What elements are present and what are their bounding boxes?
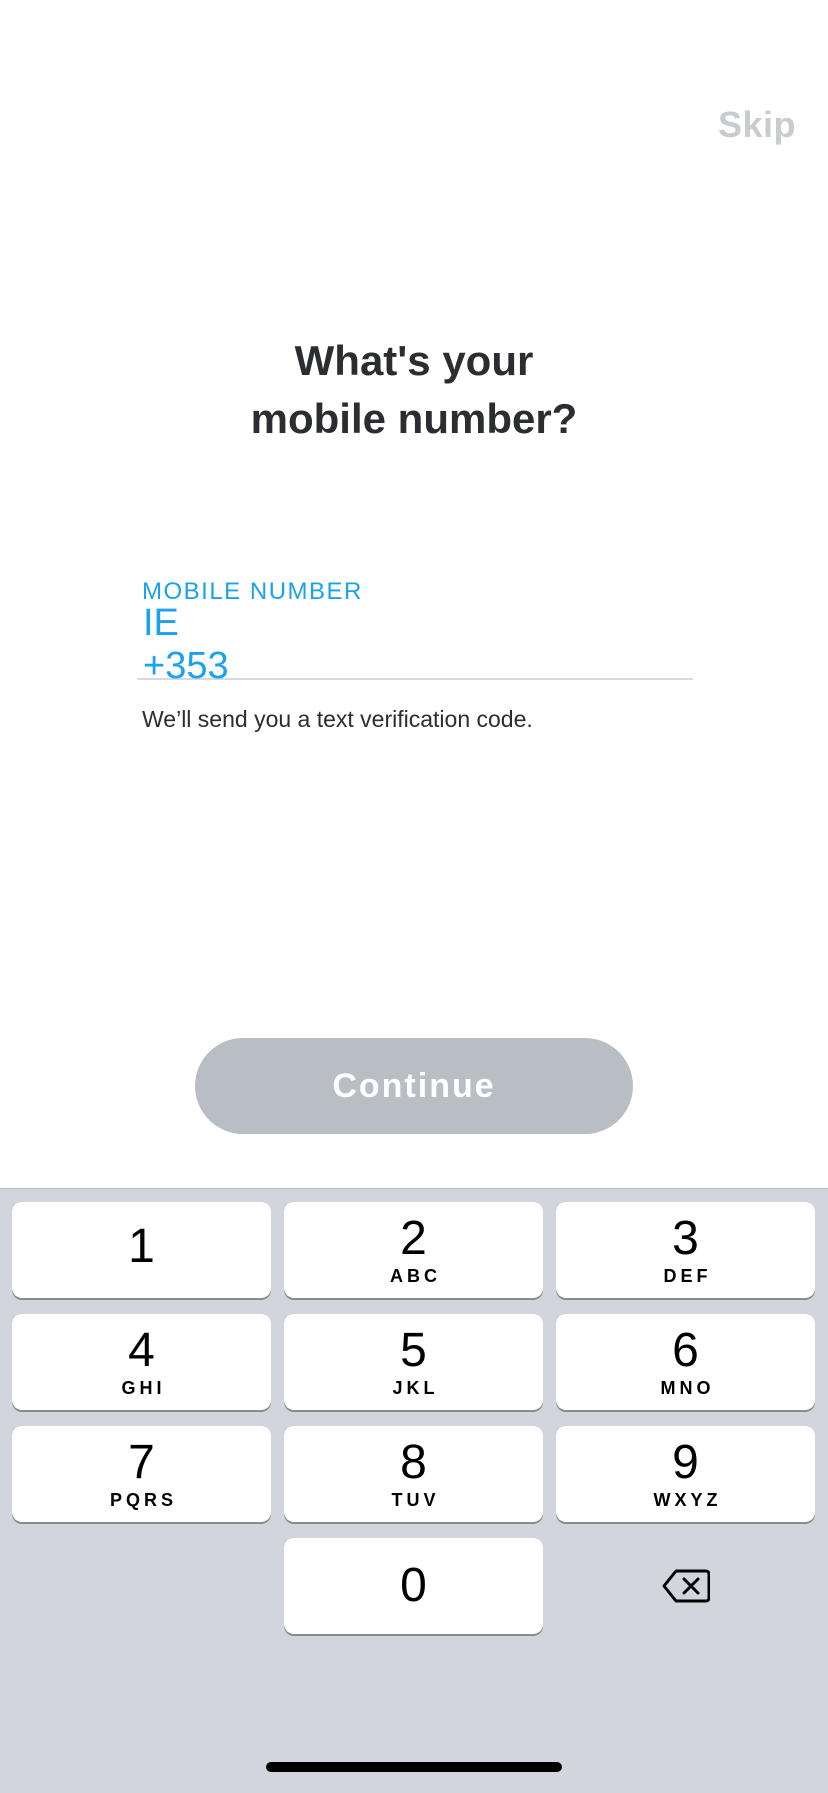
key-letters: TUV (391, 1489, 440, 1510)
key-1[interactable]: 1 (12, 1202, 271, 1298)
key-letters: ABC (390, 1265, 441, 1286)
mobile-number-field[interactable]: IE +353 (137, 602, 732, 687)
key-letters: WXYZ (653, 1489, 722, 1510)
verification-helper-text: We’ll send you a text verification code. (142, 706, 533, 732)
key-8[interactable]: 8 TUV (284, 1426, 543, 1522)
key-letters: DEF (663, 1265, 712, 1286)
page-title: What's your mobile number? (0, 332, 828, 448)
key-digit: 0 (400, 1559, 427, 1612)
page-title-line1: What's your (294, 337, 534, 384)
key-letters: GHI (121, 1377, 166, 1398)
key-6[interactable]: 6 MNO (556, 1314, 815, 1410)
skip-button[interactable]: Skip (718, 104, 796, 146)
key-digit: 6 (672, 1323, 699, 1377)
country-code-selector[interactable]: IE +353 (137, 602, 229, 688)
key-digit: 1 (128, 1220, 155, 1273)
key-digit: 2 (400, 1211, 427, 1265)
key-letters: MNO (660, 1377, 715, 1398)
key-digit: 3 (672, 1211, 699, 1265)
key-letters: PQRS (109, 1489, 177, 1510)
mobile-number-input[interactable] (242, 615, 732, 675)
key-5[interactable]: 5 JKL (284, 1314, 543, 1410)
page-title-line2: mobile number? (250, 395, 578, 442)
key-2[interactable]: 2 ABC (284, 1202, 543, 1298)
key-digit: 9 (672, 1435, 699, 1489)
continue-button[interactable]: Continue (195, 1038, 633, 1134)
key-0[interactable]: 0 (284, 1538, 543, 1634)
key-digit: 8 (400, 1435, 427, 1489)
backspace-key[interactable] (556, 1538, 815, 1634)
numeric-keypad: 1 2 ABC 3 DEF 4 GHI 5 JKL 6 MNO 7 PQRS 8… (0, 1188, 828, 1793)
key-9[interactable]: 9 WXYZ (556, 1426, 815, 1522)
home-indicator[interactable] (266, 1762, 562, 1772)
key-7[interactable]: 7 PQRS (12, 1426, 271, 1522)
backspace-icon (662, 1569, 710, 1603)
key-3[interactable]: 3 DEF (556, 1202, 815, 1298)
key-digit: 4 (128, 1323, 155, 1377)
key-digit: 5 (400, 1323, 427, 1377)
key-letters: JKL (392, 1377, 439, 1398)
key-4[interactable]: 4 GHI (12, 1314, 271, 1410)
key-digit: 7 (128, 1435, 155, 1489)
